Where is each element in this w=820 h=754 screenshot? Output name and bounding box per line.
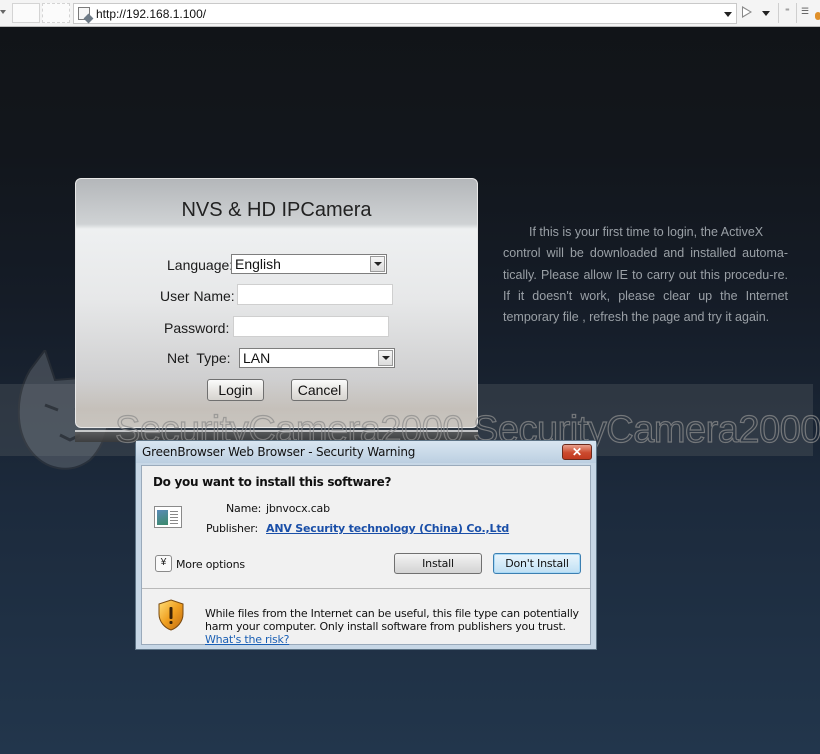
toolbar-list-icon[interactable]: ☰ <box>801 6 809 17</box>
application-icon <box>154 506 182 528</box>
go-icon[interactable] <box>742 6 752 18</box>
shield-warning-icon <box>158 599 184 631</box>
language-select[interactable]: English <box>231 254 387 274</box>
app-icon-pane <box>157 510 168 525</box>
publisher-label: Publisher: <box>206 522 259 535</box>
url-text[interactable]: http://192.168.1.100/ <box>96 7 206 21</box>
chevron-down-icon[interactable] <box>378 350 393 366</box>
dialog-question: Do you want to install this software? <box>153 475 392 489</box>
toolbar-divider <box>778 3 779 23</box>
username-label: User Name: <box>160 288 235 304</box>
toolbar-divider <box>796 3 797 23</box>
dialog-title: GreenBrowser Web Browser - Security Warn… <box>142 445 416 459</box>
nettype-select[interactable]: LAN <box>239 348 395 368</box>
whats-the-risk-link[interactable]: What's the risk? <box>205 633 289 646</box>
more-options-label[interactable]: More options <box>176 558 245 571</box>
login-button[interactable]: Login <box>207 379 264 401</box>
address-dropdown-icon[interactable] <box>724 12 732 17</box>
install-button[interactable]: Install <box>394 553 482 574</box>
name-label: Name: <box>226 502 262 515</box>
info-rest: control will be downloaded and installed… <box>503 246 788 325</box>
login-title: NVS & HD IPCamera <box>181 199 372 221</box>
username-input[interactable] <box>237 284 393 305</box>
go-dropdown-icon[interactable] <box>762 11 770 16</box>
publisher-link[interactable]: ANV Security technology (China) Co.,Ltd <box>266 522 509 535</box>
info-line-1: If this is your first time to login, the… <box>529 225 764 239</box>
chevron-down-icon[interactable] <box>370 256 385 272</box>
activex-info-text: If this is your first time to login, the… <box>503 222 788 328</box>
dialog-titlebar[interactable]: GreenBrowser Web Browser - Security Warn… <box>136 441 596 463</box>
warning-message: While files from the Internet can be use… <box>205 607 579 633</box>
dont-install-button[interactable]: Don't Install <box>493 553 581 574</box>
warning-text: While files from the Internet can be use… <box>205 607 585 646</box>
close-icon[interactable]: ✕ <box>562 444 592 460</box>
language-label: Language: <box>167 257 234 273</box>
page-icon <box>78 7 90 20</box>
nettype-value: LAN <box>243 350 271 366</box>
toolbar-segment[interactable] <box>42 3 70 23</box>
chevron-double-down-icon: ¥ <box>160 557 167 568</box>
app-icon-lines <box>170 511 178 524</box>
toolbar-segment[interactable] <box>12 3 40 23</box>
more-options-toggle[interactable]: ¥ <box>155 555 172 572</box>
password-input[interactable] <box>233 316 389 337</box>
dialog-divider <box>142 588 590 589</box>
name-value: jbnvocx.cab <box>266 502 330 515</box>
dialog-body: Do you want to install this software? Na… <box>141 465 591 646</box>
address-bar[interactable]: http://192.168.1.100/ <box>73 3 737 24</box>
login-panel: NVS & HD IPCamera Language: English User… <box>75 178 478 428</box>
nettype-label: Net Type: <box>167 350 231 366</box>
language-value: English <box>235 256 281 272</box>
dropdown-arrow-icon[interactable] <box>0 10 6 14</box>
toolbar-mini-icon[interactable]: ⁼ <box>785 6 790 17</box>
password-label: Password: <box>164 320 230 336</box>
toolbar-fav-icon[interactable] <box>815 12 820 20</box>
security-warning-dialog: GreenBrowser Web Browser - Security Warn… <box>135 440 597 650</box>
browser-toolbar: http://192.168.1.100/ ⁼ ☰ <box>0 0 820 27</box>
cancel-button[interactable]: Cancel <box>291 379 348 401</box>
